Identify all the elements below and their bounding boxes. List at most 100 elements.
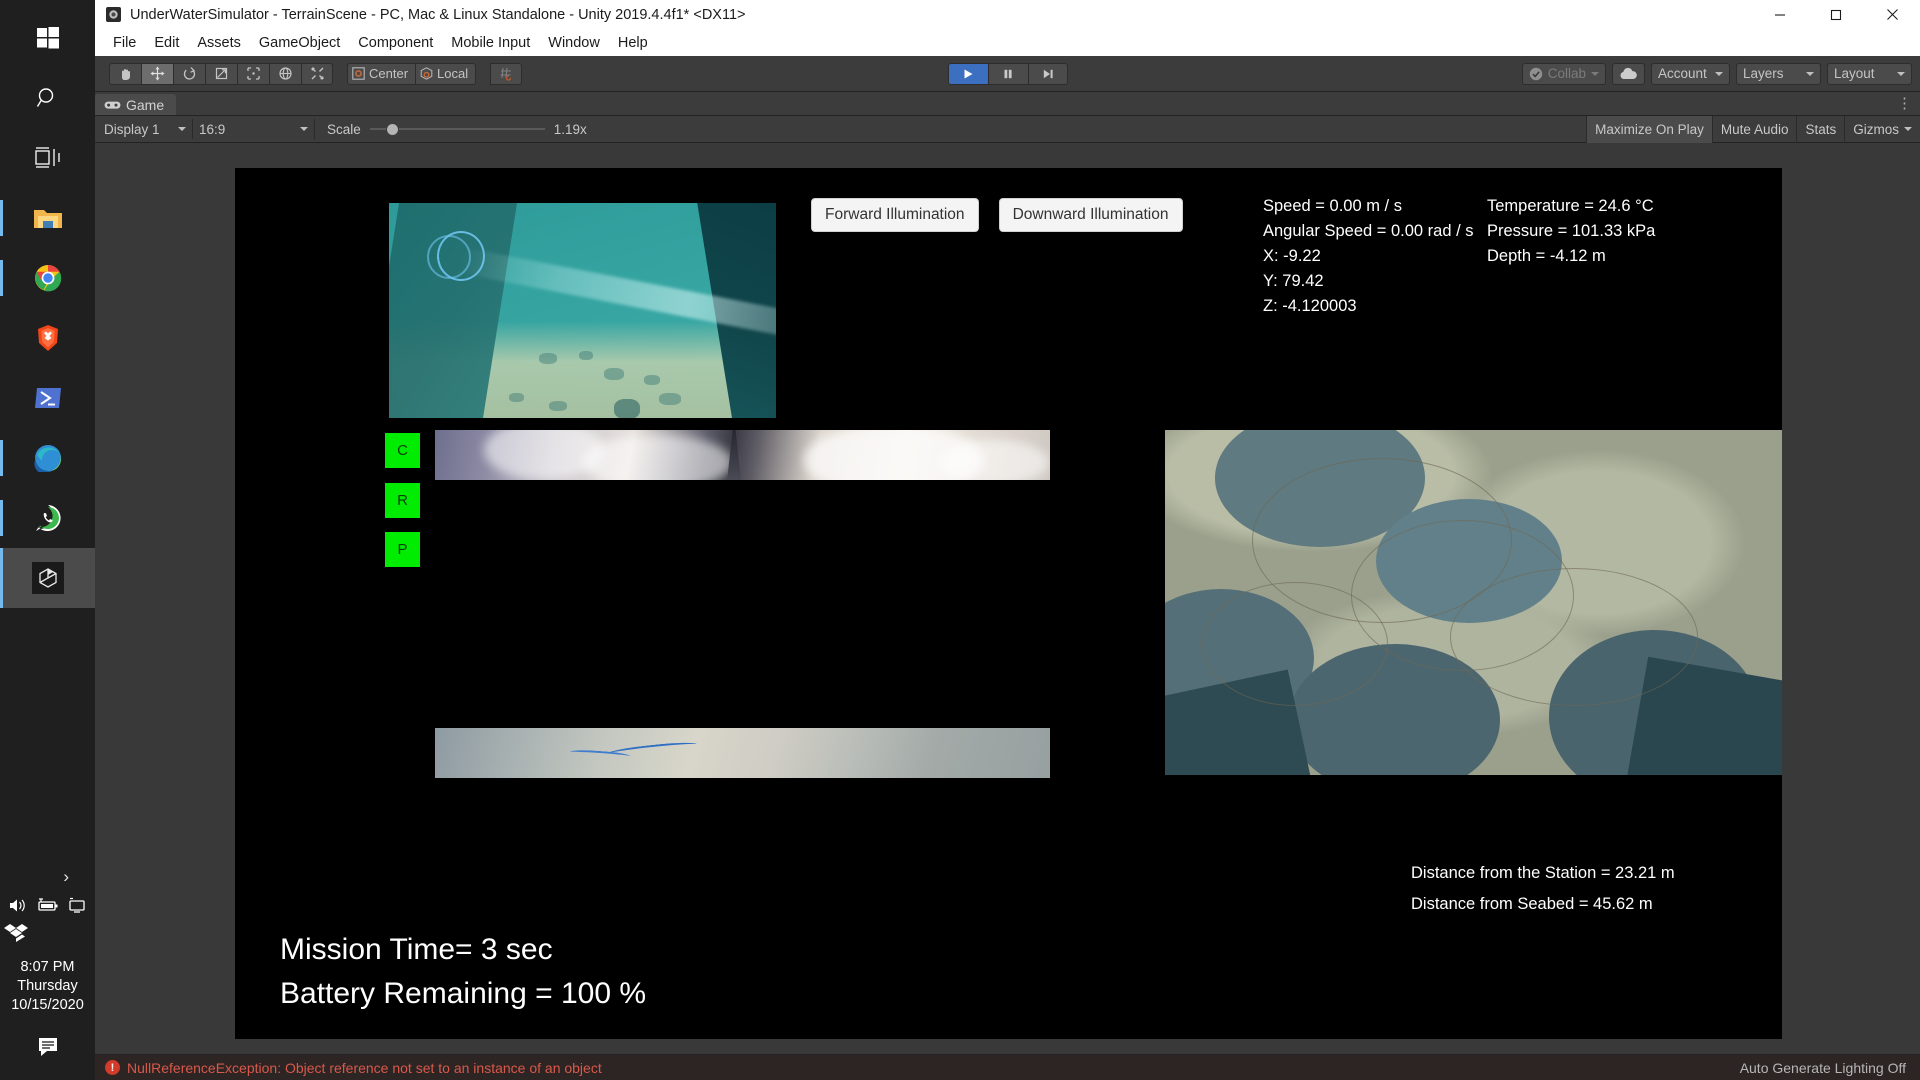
- unity-app-icon: [106, 7, 121, 22]
- close-button[interactable]: [1864, 0, 1920, 29]
- scale-slider-handle[interactable]: [385, 122, 399, 136]
- contour-line: [1202, 581, 1389, 706]
- pivot-group: Center Local: [347, 62, 477, 85]
- transform-tool-button[interactable]: [269, 62, 301, 85]
- telemetry-angular-speed: Angular Speed = 0.00 rad / s: [1263, 222, 1474, 240]
- rotate-tool-button[interactable]: [173, 62, 205, 85]
- scale-control: Scale 1.19x: [315, 121, 587, 137]
- taskbar-clock[interactable]: 8:07 PM Thursday 10/15/2020: [11, 944, 84, 1021]
- play-controls: [947, 62, 1068, 85]
- pivot-rotation-label: Local: [437, 66, 469, 81]
- unity-editor-window: UnderWaterSimulator - TerrainScene - PC,…: [95, 0, 1920, 1080]
- gizmos-button[interactable]: Gizmos: [1844, 115, 1920, 143]
- task-view-button[interactable]: [0, 128, 95, 188]
- game-view-toolbar: Display 1 16:9 Scale 1.19x Maximize On P…: [95, 115, 1920, 143]
- move-tool-button[interactable]: [141, 62, 173, 85]
- move-arrows-icon: [150, 66, 165, 81]
- volume-icon[interactable]: [8, 897, 27, 914]
- menu-file[interactable]: File: [104, 32, 145, 54]
- menu-help[interactable]: Help: [609, 32, 657, 54]
- sonar-ring-inner: [437, 231, 485, 281]
- tray-expand-button[interactable]: ›: [0, 859, 95, 893]
- unity-editor-button[interactable]: [0, 548, 95, 608]
- pivot-mode-button[interactable]: Center: [347, 62, 416, 85]
- seafloor-rock: [509, 393, 524, 402]
- maximize-button[interactable]: [1808, 0, 1864, 29]
- folder-icon: [33, 210, 62, 228]
- account-button[interactable]: Account: [1651, 62, 1730, 85]
- collab-button[interactable]: Collab: [1521, 62, 1606, 85]
- menu-assets[interactable]: Assets: [188, 32, 250, 54]
- microsoft-edge-button[interactable]: [0, 428, 95, 488]
- layers-label: Layers: [1743, 66, 1784, 81]
- rect-tool-button[interactable]: [237, 62, 269, 85]
- downward-illumination-button[interactable]: Downward Illumination: [998, 198, 1183, 232]
- scale-slider[interactable]: [369, 121, 545, 137]
- telemetry-x: X: -9.22: [1263, 247, 1321, 265]
- status-bar[interactable]: ! NullReferenceException: Object referen…: [95, 1054, 1920, 1080]
- custom-editor-tool-button[interactable]: [301, 62, 333, 85]
- brave-browser-button[interactable]: [0, 308, 95, 368]
- whatsapp-button[interactable]: [0, 488, 95, 548]
- cloud-services-button[interactable]: [1612, 62, 1645, 85]
- menu-edit[interactable]: Edit: [145, 32, 188, 54]
- battery-icon[interactable]: [36, 897, 58, 914]
- pause-button[interactable]: [987, 62, 1028, 85]
- brave-lion-icon: [37, 325, 58, 351]
- pivot-rotation-button[interactable]: Local: [415, 62, 477, 85]
- edge-icon: [33, 445, 61, 472]
- file-explorer-button[interactable]: [0, 188, 95, 248]
- account-caret-icon: [1715, 71, 1723, 76]
- layout-button[interactable]: Layout: [1827, 62, 1912, 85]
- google-chrome-button[interactable]: [0, 248, 95, 308]
- display-label: Display 1: [104, 121, 160, 137]
- powershell-icon: [34, 388, 61, 408]
- unity-icon: [31, 562, 64, 594]
- network-icon[interactable]: [67, 897, 87, 914]
- tab-game[interactable]: Game: [95, 94, 177, 115]
- layers-button[interactable]: Layers: [1736, 62, 1821, 85]
- notification-center-button[interactable]: [35, 1021, 61, 1074]
- seafloor-rock: [659, 393, 681, 405]
- main-toolbar: Center Local Collab Account Layers Layou…: [95, 56, 1920, 92]
- menu-component[interactable]: Component: [349, 32, 442, 54]
- aspect-ratio-dropdown[interactable]: 16:9: [193, 119, 315, 139]
- display-dropdown[interactable]: Display 1: [95, 119, 193, 139]
- maximize-on-play-button[interactable]: Maximize On Play: [1586, 115, 1712, 143]
- menu-gameobject[interactable]: GameObject: [250, 32, 349, 54]
- indicator-r[interactable]: R: [385, 483, 420, 518]
- start-button[interactable]: [0, 8, 95, 68]
- tray-icons-row2: [0, 918, 95, 944]
- game-render-surface[interactable]: Forward Illumination Downward Illuminati…: [235, 168, 1782, 1039]
- menu-window[interactable]: Window: [539, 32, 609, 54]
- seafloor-rock: [644, 375, 660, 385]
- telemetry-z: Z: -4.120003: [1263, 297, 1357, 315]
- scale-tool-button[interactable]: [205, 62, 237, 85]
- pivot-mode-label: Center: [369, 66, 409, 81]
- telemetry-temperature: Temperature = 24.6 °C: [1487, 197, 1654, 215]
- rect-transform-icon: [247, 67, 260, 80]
- search-button[interactable]: [0, 68, 95, 128]
- powershell-button[interactable]: [0, 368, 95, 428]
- forward-illumination-button[interactable]: Forward Illumination: [811, 198, 979, 232]
- menu-mobile-input[interactable]: Mobile Input: [442, 32, 539, 54]
- telemetry-depth: Depth = -4.12 m: [1487, 247, 1606, 265]
- game-viewport[interactable]: Forward Illumination Downward Illuminati…: [95, 143, 1920, 1054]
- stats-button[interactable]: Stats: [1796, 115, 1844, 143]
- panel-menu-button[interactable]: ⋮: [1897, 94, 1912, 112]
- indicator-p[interactable]: P: [385, 532, 420, 567]
- pivot-center-icon: [352, 67, 365, 80]
- step-button[interactable]: [1027, 62, 1068, 85]
- game-toolbar-right: Maximize On Play Mute Audio Stats Gizmos: [1586, 115, 1920, 143]
- grid-snap-button[interactable]: [490, 62, 523, 85]
- dropbox-icon[interactable]: [4, 922, 30, 944]
- mute-audio-button[interactable]: Mute Audio: [1711, 115, 1797, 143]
- play-button[interactable]: [947, 62, 988, 85]
- indicator-c[interactable]: C: [385, 433, 420, 468]
- seafloor-rock: [539, 353, 557, 364]
- hand-tool-button[interactable]: [109, 62, 141, 85]
- telemetry-right-column: Temperature = 24.6 °C Pressure = 101.33 …: [1487, 194, 1655, 269]
- system-tray: › 8:07 PM Thursday 10/15/2020: [0, 859, 95, 1080]
- telemetry-pressure: Pressure = 101.33 kPa: [1487, 222, 1656, 240]
- minimize-button[interactable]: [1752, 0, 1808, 29]
